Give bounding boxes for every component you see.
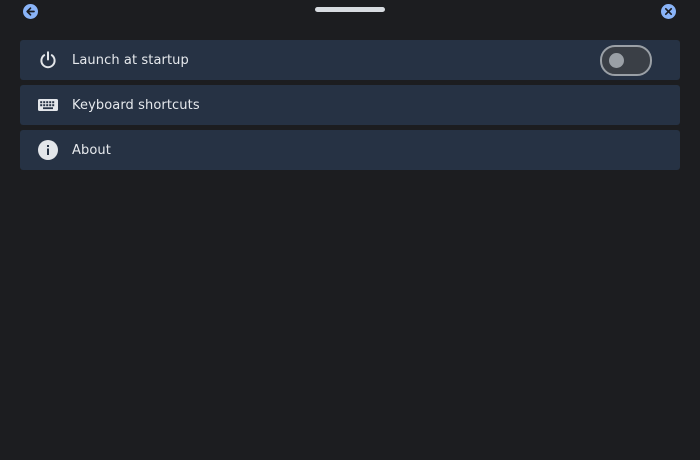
- settings-item-label: Keyboard shortcuts: [72, 97, 200, 113]
- back-button[interactable]: [23, 4, 38, 19]
- settings-list: Launch at startup Keyboard shortcuts Abo…: [20, 40, 680, 175]
- close-icon: [664, 7, 673, 16]
- arrow-left-icon: [26, 7, 35, 16]
- power-icon: [38, 50, 58, 70]
- toggle-knob: [609, 53, 624, 68]
- drag-handle[interactable]: [315, 7, 385, 12]
- info-icon: [38, 140, 58, 160]
- launch-at-startup-toggle[interactable]: [600, 45, 652, 76]
- settings-item-label: Launch at startup: [72, 52, 189, 68]
- settings-item-label: About: [72, 142, 111, 158]
- close-button[interactable]: [661, 4, 676, 19]
- settings-item-about[interactable]: About: [20, 130, 680, 170]
- settings-item-keyboard-shortcuts[interactable]: Keyboard shortcuts: [20, 85, 680, 125]
- settings-item-launch-at-startup[interactable]: Launch at startup: [20, 40, 680, 80]
- keyboard-icon: [38, 95, 58, 115]
- title-bar: [0, 0, 700, 28]
